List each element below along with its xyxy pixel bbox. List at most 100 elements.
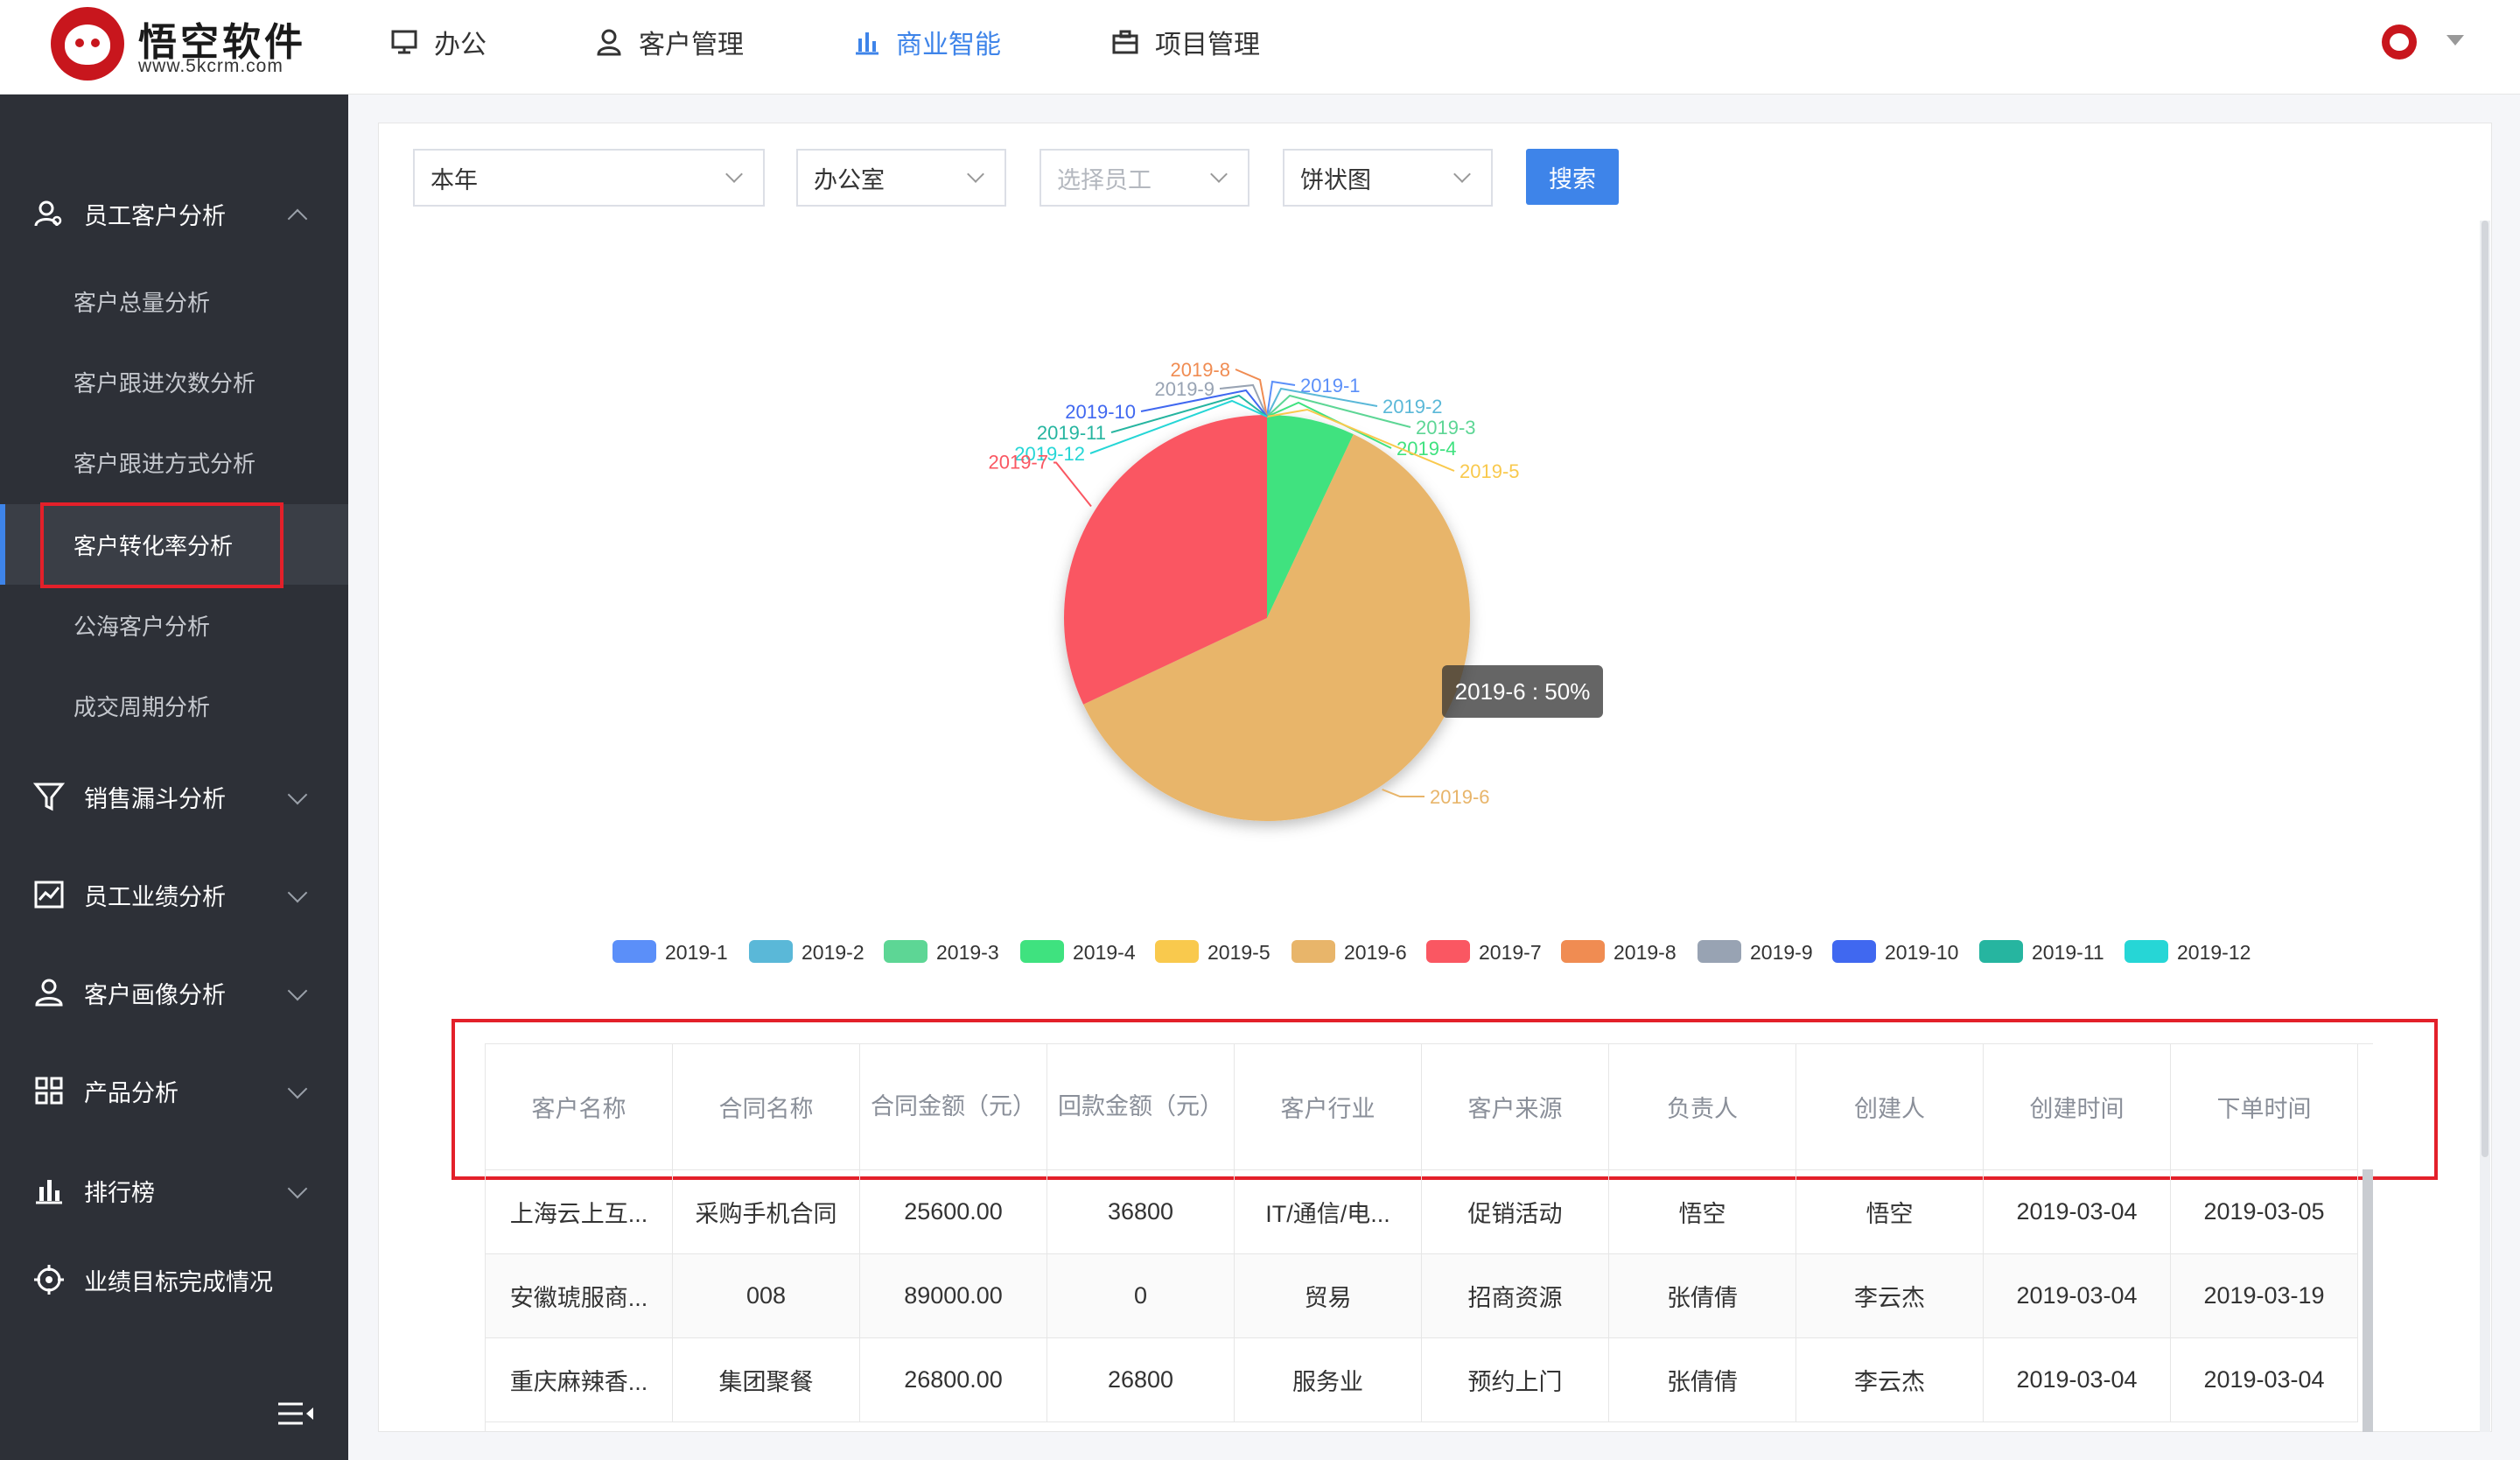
sidebar-group-label: 客户画像分析 xyxy=(84,981,226,1008)
cell-text: 采购手机合同 xyxy=(695,1201,837,1227)
sidebar-group-product[interactable]: 产品分析 xyxy=(0,1056,348,1126)
legend-label: 2019-4 xyxy=(1073,941,1136,964)
user-icon xyxy=(597,29,621,56)
legend-item-2019-3[interactable]: 2019-3 xyxy=(884,940,999,964)
cell-text: 008 xyxy=(746,1282,787,1309)
cell-text: 2019-03-04 xyxy=(2016,1366,2138,1393)
sidebar-group-customer-portrait[interactable]: 客户画像分析 xyxy=(0,958,348,1028)
legend-item-2019-11[interactable]: 2019-11 xyxy=(1979,940,2104,964)
table-cell: 张倩倩 xyxy=(1609,1338,1796,1422)
sidebar-item-deal-cycle[interactable]: 成交周期分析 xyxy=(0,665,348,746)
legend-item-2019-8[interactable]: 2019-8 xyxy=(1561,940,1676,964)
department-select[interactable]: 办公室 xyxy=(796,149,1006,207)
cell-text: 悟空 xyxy=(1678,1201,1726,1227)
sidebar-group-performance-target[interactable]: 业绩目标完成情况 xyxy=(0,1245,348,1315)
nav-business-intelligence[interactable]: 商业智能 xyxy=(852,0,1001,84)
legend-item-2019-1[interactable]: 2019-1 xyxy=(612,940,728,964)
cell-text: 李云杰 xyxy=(1854,1285,1925,1311)
table-cell: 李云杰 xyxy=(1796,1338,1984,1422)
data-table: 客户名称 合同名称 合同金额（元） 回款金额（元） 客户行业 客户来源 负责人 创建人 创建时间… xyxy=(485,1043,2373,1432)
bar-chart-icon xyxy=(856,32,878,55)
table-cell: 悟空 xyxy=(1796,1170,1984,1254)
legend-swatch xyxy=(612,940,656,963)
cell-text: 预约上门 xyxy=(1467,1369,1563,1395)
sidebar-item-public-pool[interactable]: 公海客户分析 xyxy=(0,585,348,665)
legend-label: 2019-10 xyxy=(1885,941,1958,964)
legend-item-2019-7[interactable]: 2019-7 xyxy=(1426,940,1542,964)
department-value: 办公室 xyxy=(814,166,885,193)
table-cell: 2019-03-19 xyxy=(2171,1254,2358,1338)
sidebar-group-employee-performance[interactable]: 员工业绩分析 xyxy=(0,860,348,930)
legend-swatch xyxy=(1155,940,1199,963)
legend-label: 2019-1 xyxy=(665,941,728,964)
column-header: 回款金额（元） xyxy=(1047,1044,1235,1170)
table-row[interactable]: 安徽琥服商... 008 89000.00 0 贸易 招商资源 张倩倩 李云杰 2019-03-… xyxy=(486,1254,2373,1338)
sidebar-group-employee-customer[interactable]: 员工客户分析 xyxy=(0,179,348,249)
legend-label: 2019-12 xyxy=(2177,941,2250,964)
table-body: 上海云上互... 采购手机合同 25600.00 36800 IT/通信/电... 促销活… xyxy=(486,1170,2373,1422)
sidebar-item-total-customers[interactable]: 客户总量分析 xyxy=(0,261,348,341)
legend-item-2019-10[interactable]: 2019-10 xyxy=(1832,940,1958,964)
period-select[interactable]: 本年 xyxy=(413,149,765,207)
legend-item-2019-6[interactable]: 2019-6 xyxy=(1292,940,1407,964)
table-cell: 2019-03-04 xyxy=(1984,1338,2171,1422)
cell-text: 张倩倩 xyxy=(1667,1285,1738,1311)
table-cell: 服务业 xyxy=(1235,1338,1422,1422)
sidebar-group-label: 销售漏斗分析 xyxy=(84,785,226,812)
employee-select[interactable]: 选择员工 xyxy=(1040,149,1250,207)
nav-project-management[interactable]: 项目管理 xyxy=(1111,0,1260,84)
funnel-icon xyxy=(33,783,65,811)
chevron-down-icon[interactable] xyxy=(2446,35,2464,46)
sidebar-group-label: 排行榜 xyxy=(84,1179,155,1206)
table-cell: IT/通信/电... xyxy=(1235,1170,1422,1254)
table-cell: 36800 xyxy=(1047,1170,1235,1254)
nav-label: 商业智能 xyxy=(896,31,1001,60)
legend-swatch xyxy=(1426,940,1470,963)
page-scrollbar-thumb[interactable] xyxy=(2482,221,2488,1157)
table-scrollbar[interactable] xyxy=(2362,1169,2373,1432)
cell-text: 26800 xyxy=(1107,1365,1174,1393)
legend-item-2019-5[interactable]: 2019-5 xyxy=(1155,940,1270,964)
sidebar-item-followup-count[interactable]: 客户跟进次数分析 xyxy=(0,341,348,422)
legend-item-2019-12[interactable]: 2019-12 xyxy=(2124,940,2250,964)
table-cell: 安徽琥服商... xyxy=(486,1254,673,1338)
column-header: 创建人 xyxy=(1796,1044,1984,1170)
sidebar-group-ranking[interactable]: 排行榜 xyxy=(0,1155,348,1225)
chart-type-select[interactable]: 饼状图 xyxy=(1283,149,1493,207)
grid-icon xyxy=(35,1077,63,1105)
sidebar-group-sales-funnel[interactable]: 销售漏斗分析 xyxy=(0,762,348,832)
legend-item-2019-9[interactable]: 2019-9 xyxy=(1698,940,1813,964)
app-logo[interactable]: 悟空软件 www.5kcrm.com xyxy=(51,7,331,81)
user-avatar[interactable] xyxy=(2382,25,2417,60)
cell-text: 36800 xyxy=(1107,1197,1174,1225)
cell-text: 2019-03-19 xyxy=(2203,1282,2325,1309)
table-cell: 2019-03-05 xyxy=(2171,1170,2358,1254)
table-row[interactable]: 上海云上互... 采购手机合同 25600.00 36800 IT/通信/电... 促销活… xyxy=(486,1170,2373,1254)
collapse-menu-icon[interactable] xyxy=(276,1400,315,1427)
table-row[interactable]: 重庆麻辣香... 集团聚餐 26800.00 26800 服务业 预约上门 张倩倩 李云杰 20… xyxy=(486,1338,2373,1422)
legend-swatch xyxy=(1698,940,1741,963)
table-cell: 贸易 xyxy=(1235,1254,1422,1338)
nav-customer-management[interactable]: 客户管理 xyxy=(595,0,744,84)
chevron-down-icon xyxy=(287,784,308,805)
column-header: 客户行业 xyxy=(1235,1044,1422,1170)
top-nav-bar: 悟空软件 www.5kcrm.com 办公 客户管理 商业智能 项目管理 xyxy=(0,0,2520,95)
cell-text: 上海云上互... xyxy=(509,1201,648,1227)
column-header: 负责人 xyxy=(1609,1044,1796,1170)
legend-item-2019-2[interactable]: 2019-2 xyxy=(749,940,864,964)
chevron-down-icon xyxy=(1210,165,1228,183)
sidebar-item-followup-method[interactable]: 客户跟进方式分析 xyxy=(0,422,348,502)
column-header: 客户来源 xyxy=(1422,1044,1609,1170)
legend-swatch xyxy=(1561,940,1605,963)
search-button[interactable]: 搜索 xyxy=(1526,149,1619,205)
cell-text: 2019-03-04 xyxy=(2016,1198,2138,1225)
legend-item-2019-4[interactable]: 2019-4 xyxy=(1020,940,1136,964)
nav-label: 项目管理 xyxy=(1155,31,1260,60)
sidebar-highlight-box xyxy=(40,502,284,588)
sidebar-group-label: 员工业绩分析 xyxy=(84,883,226,910)
legend-label: 2019-5 xyxy=(1208,941,1270,964)
chevron-down-icon xyxy=(287,980,308,1001)
cell-text: 张倩倩 xyxy=(1667,1369,1738,1395)
cell-text: 25600.00 xyxy=(904,1197,1003,1225)
nav-office[interactable]: 办公 xyxy=(390,0,486,84)
